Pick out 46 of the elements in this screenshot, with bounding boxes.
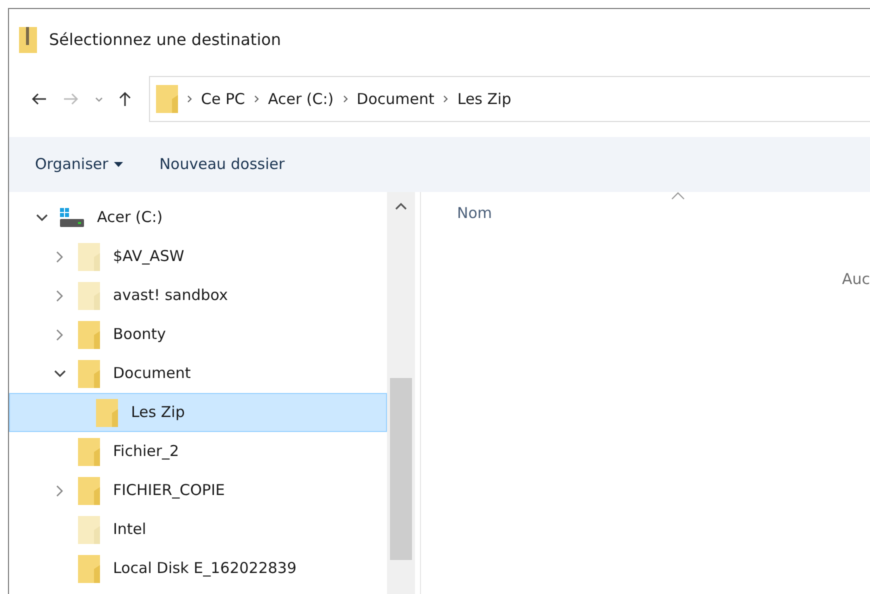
- tree-item[interactable]: Les Zip: [9, 393, 387, 432]
- forward-arrow-icon[interactable]: [63, 93, 79, 105]
- caret-icon: [114, 162, 124, 167]
- tree-label: FICHIER_COPIE: [113, 480, 225, 502]
- tree-item[interactable]: Local Disk E_162022839: [9, 549, 387, 588]
- chevron-icon: [254, 95, 259, 103]
- recent-dropdown-icon[interactable]: [95, 96, 103, 102]
- tree-label: Local Disk E_162022839: [113, 558, 297, 580]
- tree-label: avast! sandbox: [113, 285, 228, 306]
- chevron-icon: [187, 95, 192, 103]
- scrollbar-thumb[interactable]: [390, 378, 412, 560]
- window-title: Sélectionnez une destination: [49, 29, 282, 51]
- tree-item[interactable]: Boonty: [9, 315, 387, 354]
- chevron-icon: [342, 95, 348, 103]
- new-folder-button[interactable]: Nouveau dossier: [159, 153, 285, 176]
- breadcrumb[interactable]: Les Zip: [457, 88, 512, 110]
- tree-label: Fichier_2: [113, 441, 180, 462]
- tree-label: Acer (C:): [97, 207, 163, 228]
- sort-ascending-icon: [671, 192, 685, 200]
- up-arrow-icon[interactable]: [119, 91, 131, 107]
- tree-item[interactable]: avast! sandbox: [9, 276, 387, 315]
- tree-label: Les Zip: [131, 402, 185, 424]
- tree-label: Intel: [113, 519, 146, 540]
- column-header[interactable]: Nom: [457, 202, 492, 224]
- tree-item[interactable]: Acer (C:): [9, 198, 387, 237]
- address-bar[interactable]: Ce PC Acer (C:) Document Les Zip: [149, 76, 870, 122]
- tree-item[interactable]: Fichier_2: [9, 432, 387, 471]
- tree-item[interactable]: Document: [9, 354, 387, 393]
- chevron-icon: [443, 95, 448, 103]
- scrollbar[interactable]: [387, 192, 415, 594]
- tree-label: Boonty: [113, 324, 166, 346]
- folder-icon: [156, 85, 178, 113]
- zip-folder-icon: [19, 27, 37, 53]
- tree-item[interactable]: Intel: [9, 510, 387, 549]
- breadcrumb[interactable]: Ce PC: [201, 88, 245, 110]
- tree-item[interactable]: FICHIER_COPIE: [9, 471, 387, 510]
- scroll-up-icon: [395, 202, 407, 210]
- organize-dropdown[interactable]: Organiser: [35, 153, 124, 176]
- tree-item[interactable]: $AV_ASW: [9, 237, 387, 276]
- back-arrow-icon[interactable]: [31, 93, 47, 105]
- drive-icon: [60, 208, 84, 228]
- tree-label: $AV_ASW: [113, 246, 184, 268]
- empty-folder-message: Auc: [842, 269, 870, 290]
- breadcrumb[interactable]: Document: [356, 88, 434, 110]
- tree-label: Document: [113, 363, 191, 384]
- breadcrumb[interactable]: Acer (C:): [268, 88, 334, 110]
